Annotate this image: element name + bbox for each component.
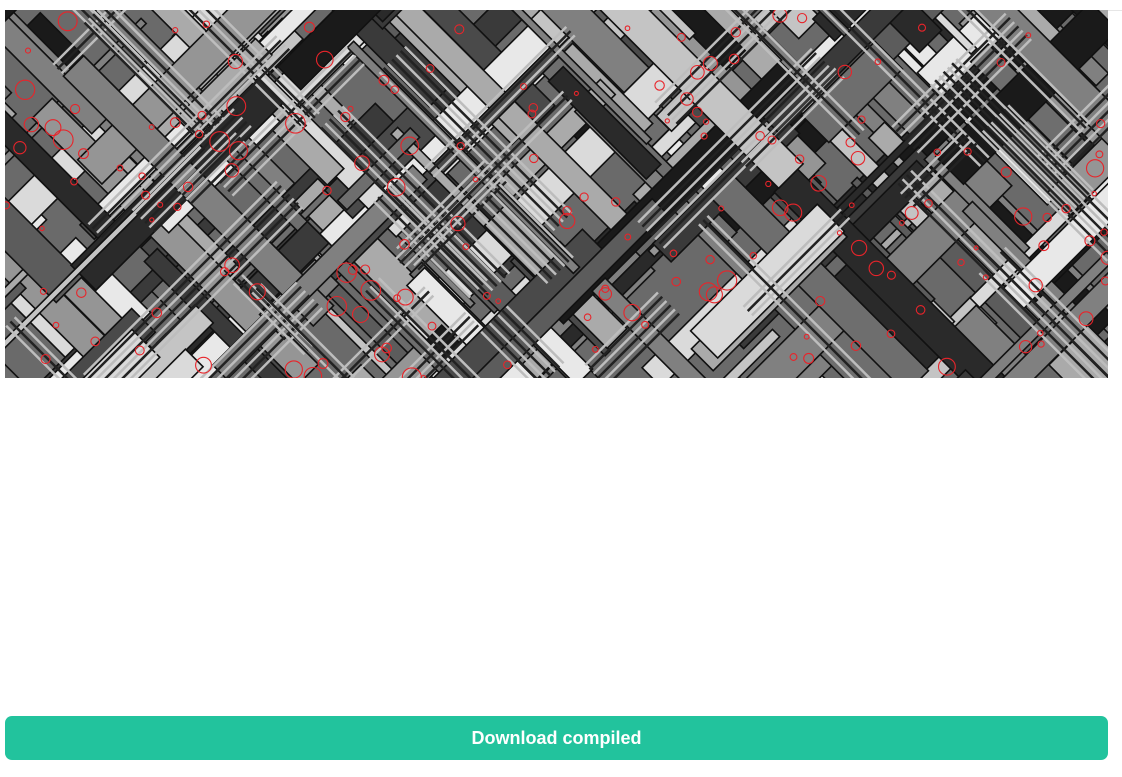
page: Download compiled xyxy=(0,0,1122,777)
divider xyxy=(1108,10,1122,11)
download-compiled-button[interactable]: Download compiled xyxy=(5,716,1108,760)
compiled-preview-image xyxy=(5,10,1108,378)
